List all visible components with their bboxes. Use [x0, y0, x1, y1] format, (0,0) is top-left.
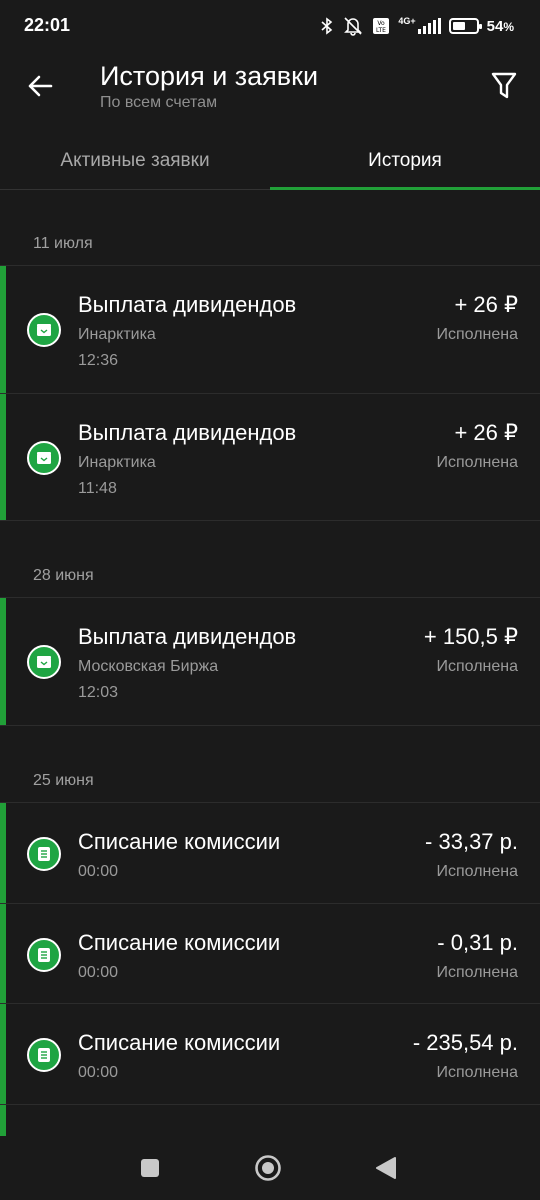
- network-type: 4G+: [398, 16, 416, 26]
- status-stripe: [0, 266, 6, 393]
- document-icon: [27, 837, 61, 871]
- battery-percent: 54%: [486, 17, 514, 35]
- operation-time: 11:48: [78, 480, 117, 497]
- operation-source: Московская Биржа: [78, 658, 219, 675]
- list-item[interactable]: Списание комиссии 00:00 - 33,37 р. Испол…: [0, 802, 540, 903]
- tab-active-orders[interactable]: Активные заявки: [0, 132, 270, 190]
- status-stripe: [0, 598, 6, 725]
- list-item[interactable]: Выплата дивидендов Инарктика 11:48 + 26 …: [0, 393, 540, 520]
- operation-time: 12:03: [78, 684, 119, 701]
- operation-status: Исполнена: [436, 1064, 518, 1081]
- signal-icon: [417, 18, 441, 34]
- home-button[interactable]: [248, 1150, 288, 1186]
- operation-time: 12:36: [78, 352, 119, 369]
- operation-time: 00:00: [78, 1064, 119, 1081]
- list-item[interactable]: Выплата дивидендов Московская Биржа 12:0…: [0, 597, 540, 725]
- mute-icon: [344, 17, 363, 36]
- date-header: 28 июня: [33, 567, 94, 584]
- nav-back-button[interactable]: [366, 1150, 406, 1186]
- list-item[interactable]: Списание комиссии 00:00 - 0,31 р. Исполн…: [0, 903, 540, 1003]
- divider: [0, 520, 540, 521]
- operation-amount: + 150,5 ₽: [423, 624, 518, 649]
- back-button[interactable]: [20, 66, 60, 106]
- document-icon: [27, 938, 61, 972]
- system-nav-bar: [0, 1136, 540, 1200]
- svg-text:Vo: Vo: [378, 20, 386, 27]
- operation-status: Исполнена: [436, 964, 518, 981]
- operation-status: Исполнена: [436, 454, 518, 471]
- operation-amount: - 33,37 р.: [425, 829, 518, 854]
- list-item-partial[interactable]: [0, 1104, 540, 1136]
- tab-history[interactable]: История: [270, 132, 540, 190]
- operation-amount: + 26 ₽: [454, 420, 518, 445]
- page-subtitle: По всем счетам: [100, 94, 218, 111]
- operation-status: Исполнена: [436, 326, 518, 343]
- divider: [0, 725, 540, 726]
- filter-button[interactable]: [484, 66, 524, 106]
- wallet-icon: [27, 313, 61, 347]
- operation-status: Исполнена: [436, 863, 518, 880]
- operation-source: Инарктика: [78, 454, 156, 471]
- operation-source: Инарктика: [78, 326, 156, 343]
- status-time: 22:01: [24, 15, 71, 35]
- square-icon: [141, 1159, 159, 1177]
- wallet-icon: [27, 441, 61, 475]
- app-header: История и заявки По всем счетам: [0, 52, 540, 132]
- funnel-icon: [491, 72, 517, 99]
- status-stripe: [0, 1004, 6, 1104]
- svg-text:LTE: LTE: [376, 27, 386, 34]
- list-item[interactable]: Списание комиссии 00:00 - 235,54 р. Испо…: [0, 1003, 540, 1104]
- recents-button[interactable]: [130, 1150, 170, 1186]
- operation-title: Списание комиссии: [78, 930, 281, 955]
- operation-title: Списание комиссии: [78, 1030, 281, 1055]
- date-header: 11 июля: [33, 235, 93, 252]
- battery-icon: [448, 18, 482, 34]
- arrow-left-icon: [28, 75, 53, 97]
- tab-bar: Активные заявки История: [0, 132, 540, 190]
- triangle-back-icon: [376, 1157, 396, 1179]
- operation-title: Списание комиссии: [78, 829, 281, 854]
- wallet-icon: [27, 645, 61, 679]
- document-icon: [27, 1038, 61, 1072]
- operation-amount: - 235,54 р.: [412, 1030, 518, 1055]
- operation-title: Выплата дивидендов: [78, 292, 297, 317]
- circle-icon: [255, 1155, 281, 1181]
- status-stripe: [0, 394, 6, 520]
- date-header: 25 июня: [33, 772, 94, 789]
- history-list[interactable]: 11 июля Выплата дивидендов Инарктика 12:…: [0, 191, 540, 1136]
- status-bar: 22:01 Vo LTE 4G+ 54%: [0, 0, 540, 52]
- list-item[interactable]: Выплата дивидендов Инарктика 12:36 + 26 …: [0, 265, 540, 393]
- bluetooth-icon: [321, 17, 333, 35]
- status-stripe: [0, 904, 6, 1003]
- volte-icon: VoLTE: [373, 18, 390, 34]
- operation-time: 00:00: [78, 863, 119, 880]
- status-stripe: [0, 803, 6, 903]
- operation-amount: + 26 ₽: [454, 292, 518, 317]
- operation-amount: - 0,31 р.: [437, 930, 518, 955]
- operation-title: Выплата дивидендов: [78, 624, 297, 649]
- operation-title: Выплата дивидендов: [78, 420, 297, 445]
- operation-status: Исполнена: [436, 658, 518, 675]
- tab-indicator: [270, 187, 540, 190]
- operation-time: 00:00: [78, 964, 119, 981]
- status-stripe: [0, 1105, 6, 1136]
- status-icons: Vo LTE 4G+ 54%: [320, 12, 514, 40]
- page-title: История и заявки: [100, 61, 319, 91]
